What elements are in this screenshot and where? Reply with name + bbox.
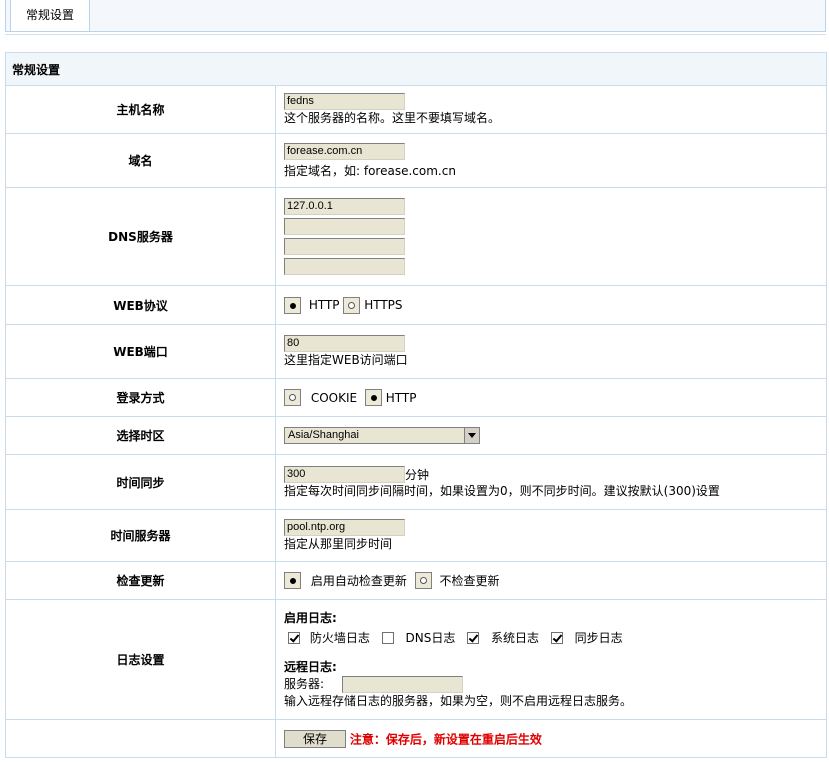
login-method-label: 登录方式 — [5, 378, 276, 417]
tab-bar: 常规设置 — [5, 0, 826, 32]
cookie-option-label: COOKIE — [310, 390, 358, 405]
settings-table: 常规设置 主机名称 fedns 这个服务器的名称。这里不要填写域名。 域名 fo… — [4, 52, 828, 758]
https-radio[interactable] — [343, 296, 361, 314]
section-title: 常规设置 — [4, 52, 828, 86]
web-port-desc: 这里指定WEB访问端口 — [284, 353, 408, 367]
http-login-radio[interactable] — [364, 389, 382, 406]
save-row-spacer — [5, 719, 276, 758]
web-port-input[interactable]: 80 — [284, 335, 405, 352]
save-button[interactable]: 保存 — [284, 729, 346, 748]
dns-log-label: DNS日志 — [405, 630, 456, 645]
timezone-select[interactable]: Asia/Shanghai — [284, 427, 480, 444]
dns-input-2[interactable] — [284, 218, 405, 235]
domain-input[interactable]: forease.com.cn — [284, 142, 405, 160]
http-radio[interactable] — [284, 296, 301, 314]
http-login-option-label: HTTP — [385, 390, 417, 405]
time-sync-unit: 分钟 — [405, 467, 430, 482]
web-protocol-label: WEB协议 — [5, 285, 276, 325]
timezone-value: Asia/Shanghai — [288, 429, 359, 441]
auto-update-option-label: 启用自动检查更新 — [310, 574, 407, 588]
dns-label: DNS服务器 — [5, 187, 276, 286]
dns-input-3[interactable] — [284, 238, 405, 255]
dns-log-checkbox[interactable] — [381, 632, 394, 644]
remote-server-label: 服务器: — [284, 676, 325, 691]
dns-input-1[interactable]: 127.0.0.1 — [284, 198, 405, 215]
remote-server-input[interactable] — [341, 675, 463, 693]
domain-desc: 指定域名，如: forease.com.cn — [284, 163, 456, 178]
enable-log-title: 启用日志: — [284, 610, 337, 625]
domain-label: 域名 — [5, 133, 276, 188]
tab-divider — [5, 34, 826, 35]
cookie-radio[interactable] — [284, 389, 301, 406]
time-server-desc: 指定从那里同步时间 — [284, 537, 393, 551]
firewall-log-label: 防火墙日志 — [309, 630, 370, 645]
time-sync-label: 时间同步 — [5, 454, 276, 510]
log-settings-label: 日志设置 — [5, 599, 276, 720]
system-log-label: 系统日志 — [491, 630, 540, 645]
chevron-down-icon[interactable] — [464, 428, 479, 443]
tab-general-settings[interactable]: 常规设置 — [10, 0, 90, 31]
save-note: 注意：保存后，新设置在重启后生效 — [349, 732, 542, 746]
sync-log-label: 同步日志 — [574, 630, 623, 645]
time-sync-input[interactable]: 300 — [284, 465, 405, 483]
no-update-option-label: 不检查更新 — [439, 574, 500, 588]
no-update-radio[interactable] — [414, 572, 432, 589]
time-sync-desc: 指定每次时间同步间隔时间，如果设置为0，则不同步时间。建议按默认(300)设置 — [284, 483, 720, 498]
time-server-input[interactable]: pool.ntp.org — [284, 519, 405, 536]
sync-log-checkbox[interactable] — [550, 632, 563, 644]
firewall-log-checkbox[interactable] — [288, 632, 300, 644]
time-server-label: 时间服务器 — [5, 509, 276, 562]
remote-log-title: 远程日志: — [284, 659, 337, 674]
hostname-desc: 这个服务器的名称。这里不要填写域名。 — [284, 111, 501, 125]
remote-log-desc: 输入远程存储日志的服务器，如果为空，则不启用远程日志服务。 — [284, 693, 633, 708]
http-option-label: HTTP — [308, 298, 340, 312]
web-port-label: WEB端口 — [5, 324, 276, 379]
dns-input-4[interactable] — [284, 258, 405, 275]
hostname-label: 主机名称 — [5, 85, 276, 134]
check-update-label: 检查更新 — [5, 561, 276, 600]
hostname-input[interactable]: fedns — [284, 93, 405, 110]
https-option-label: HTTPS — [364, 298, 403, 312]
timezone-label: 选择时区 — [5, 416, 276, 455]
system-log-checkbox[interactable] — [467, 632, 480, 644]
auto-update-radio[interactable] — [284, 572, 301, 589]
